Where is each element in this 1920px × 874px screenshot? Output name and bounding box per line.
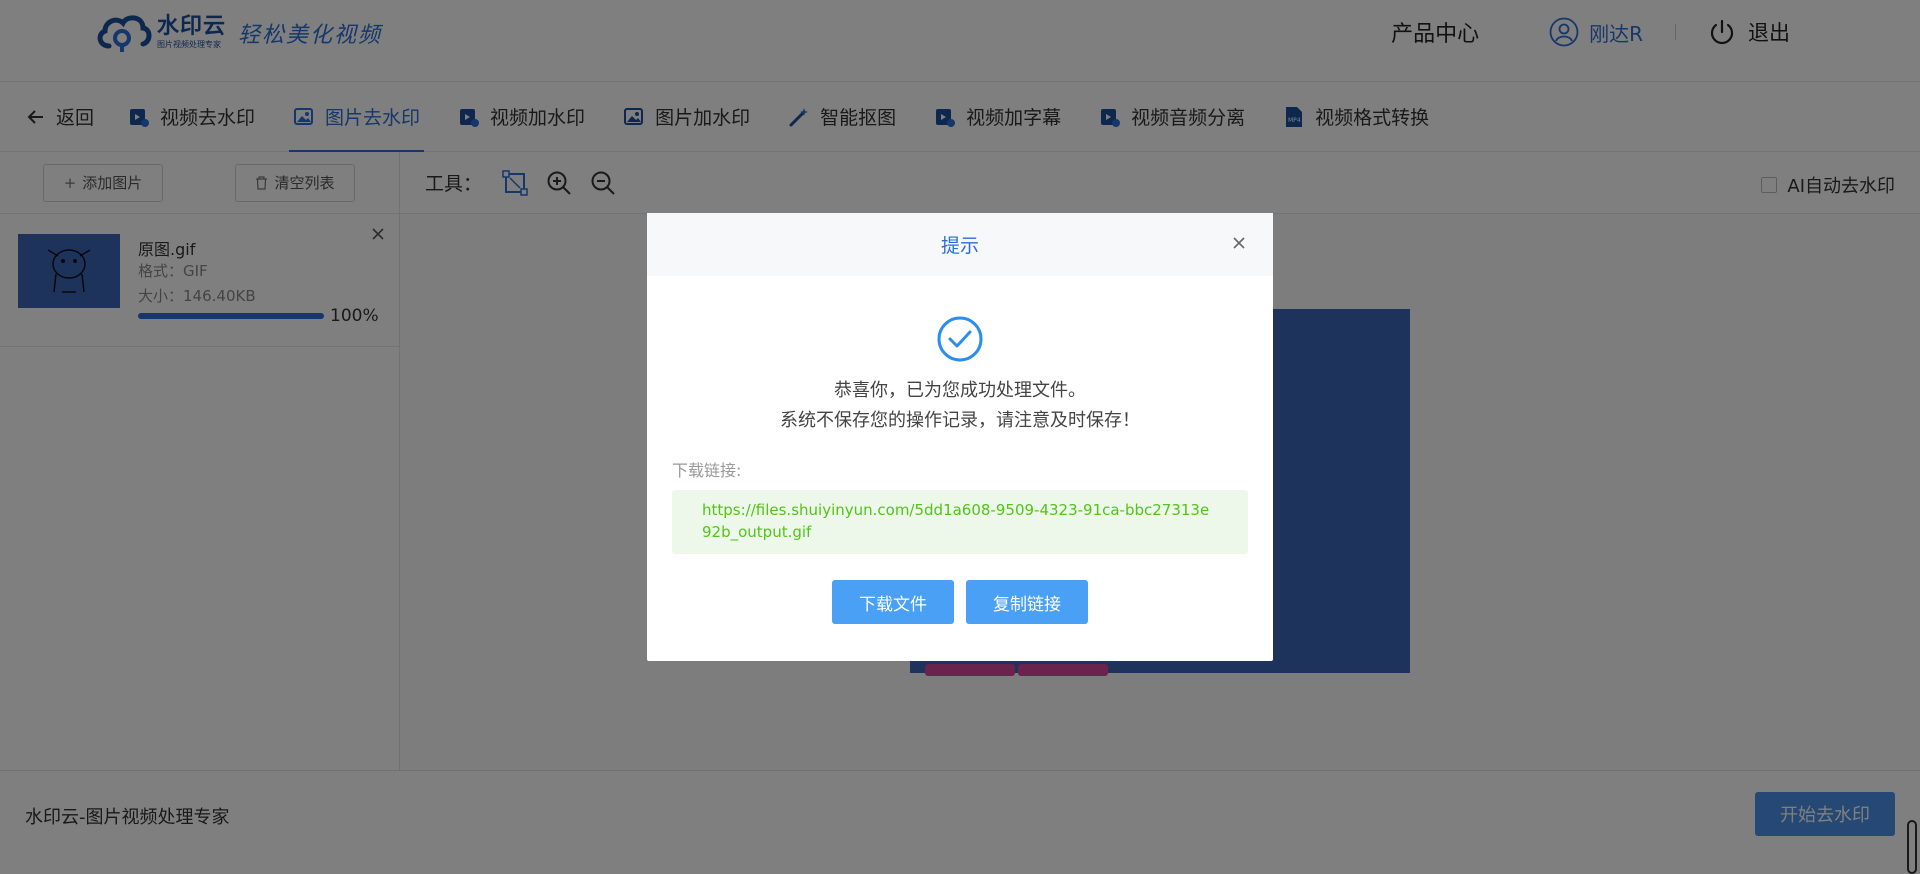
success-dialog: 提示 恭喜你，已为您成功处理文件。 系统不保存您的操作记录，请注意及时保存！ 下… xyxy=(647,213,1273,661)
download-link-label: 下载链接: xyxy=(672,461,742,480)
download-link-box: https://files.shuiyinyun.com/5dd1a608-95… xyxy=(672,490,1248,554)
close-icon[interactable] xyxy=(1229,233,1249,253)
download-link[interactable]: https://files.shuiyinyun.com/5dd1a608-95… xyxy=(702,499,1218,543)
dialog-actions: 下载文件 复制链接 xyxy=(647,580,1273,624)
download-file-button[interactable]: 下载文件 xyxy=(832,580,954,624)
copy-link-button[interactable]: 复制链接 xyxy=(966,580,1088,624)
dialog-header: 提示 xyxy=(647,213,1273,276)
dialog-title: 提示 xyxy=(940,235,979,257)
dialog-message-line1: 恭喜你，已为您成功处理文件。 xyxy=(834,380,1086,401)
success-check-icon xyxy=(937,316,983,362)
dialog-message-line2: 系统不保存您的操作记录，请注意及时保存！ xyxy=(780,410,1140,431)
